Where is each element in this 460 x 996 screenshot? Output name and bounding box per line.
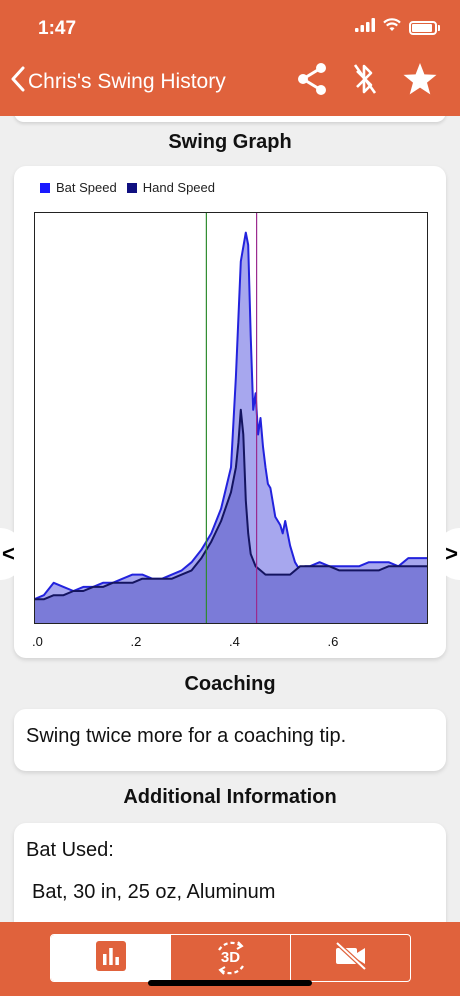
page-title: Chris's Swing History — [28, 69, 226, 93]
coaching-heading: Coaching — [184, 673, 276, 695]
wifi-icon — [383, 18, 401, 37]
legend-swatch-hand-speed — [126, 182, 137, 193]
hand-speed-area — [34, 409, 428, 624]
star-icon[interactable] — [402, 62, 438, 96]
legend-item-hand-speed: Hand Speed — [126, 180, 215, 195]
graph-view-button[interactable] — [51, 935, 170, 981]
rotate-3d-icon: 3D — [211, 938, 251, 978]
signal-icon — [355, 18, 375, 37]
chevron-right-label: > — [445, 541, 458, 566]
swing-graph-card: Bat Speed Hand Speed .0 .2 .4 .6 — [14, 166, 446, 658]
legend-swatch-bat-speed — [40, 182, 50, 193]
legend-label-bat-speed: Bat Speed — [56, 180, 117, 195]
video-off-icon — [334, 940, 368, 976]
three-d-label: 3D — [220, 949, 241, 966]
battery-icon — [409, 20, 440, 35]
chevron-left-icon — [10, 66, 26, 97]
three-d-view-button[interactable]: 3D — [170, 935, 290, 981]
swing-graph-plot[interactable] — [34, 212, 428, 624]
status-icons — [355, 18, 440, 37]
x-tick-label: .4 — [229, 634, 240, 649]
coaching-card: Swing twice more for a coaching tip. — [14, 709, 446, 771]
chart-legend: Bat Speed Hand Speed — [40, 180, 225, 195]
bat-used-value: Bat, 30 in, 25 oz, Aluminum — [32, 881, 276, 903]
swing-graph-heading: Swing Graph — [168, 131, 292, 153]
x-tick-label: .0 — [32, 634, 43, 649]
x-tick-label: .2 — [130, 634, 142, 649]
bluetooth-off-icon[interactable] — [352, 62, 378, 96]
view-segmented-control: 3D — [50, 934, 411, 982]
top-bar: 1:47 Chris's Swing History — [0, 0, 460, 116]
video-off-button[interactable] — [290, 935, 410, 981]
home-indicator — [148, 980, 312, 986]
additional-info-heading: Additional Information — [123, 786, 337, 808]
bar-chart-icon — [95, 940, 126, 976]
share-icon[interactable] — [296, 62, 328, 96]
chevron-left-label: < — [2, 541, 15, 566]
nav-actions — [296, 62, 438, 96]
coaching-message: Swing twice more for a coaching tip. — [26, 725, 347, 747]
legend-item-bat-speed: Bat Speed — [40, 180, 117, 195]
x-tick-label: .6 — [327, 634, 339, 649]
status-time: 1:47 — [38, 18, 77, 39]
bat-used-label: Bat Used: — [26, 839, 114, 861]
legend-label-hand-speed: Hand Speed — [142, 180, 215, 195]
back-button[interactable]: Chris's Swing History — [10, 66, 226, 97]
